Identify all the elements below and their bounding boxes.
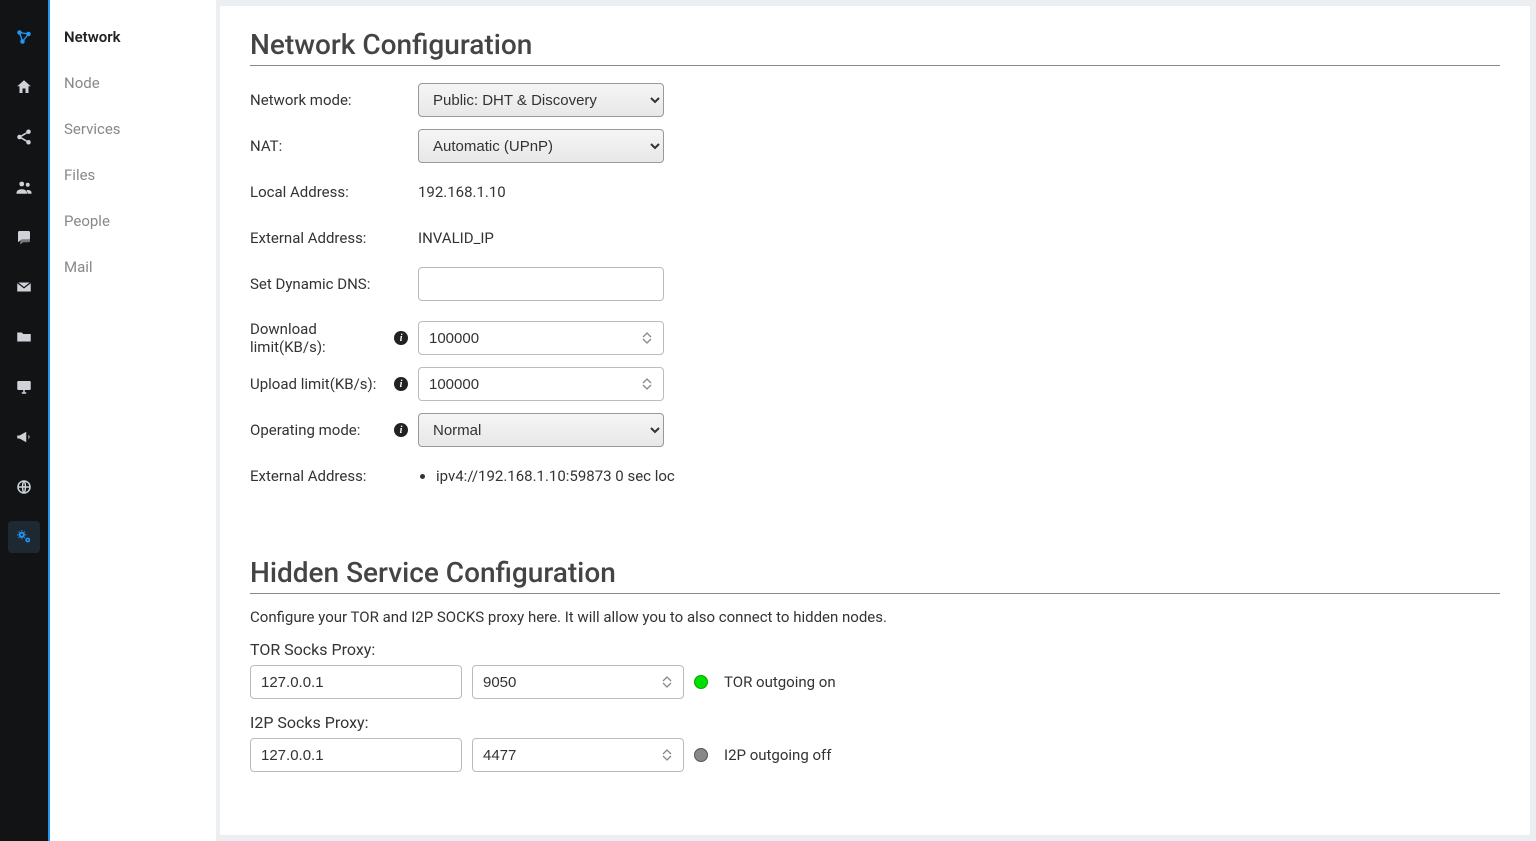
label-external-address: External Address: xyxy=(250,229,418,247)
label-tor-proxy: TOR Socks Proxy: xyxy=(250,640,1500,659)
dynamic-dns-input[interactable] xyxy=(418,267,664,301)
i2p-status-text: I2P outgoing off xyxy=(724,746,831,764)
info-icon[interactable]: i xyxy=(394,331,408,345)
external-address-value: INVALID_IP xyxy=(418,229,494,247)
label-i2p-proxy: I2P Socks Proxy: xyxy=(250,713,1500,732)
label-network-mode: Network mode: xyxy=(250,91,418,109)
upload-limit-input[interactable] xyxy=(418,367,664,401)
home-icon[interactable] xyxy=(8,71,40,103)
label-nat: NAT: xyxy=(250,137,418,155)
people-icon[interactable] xyxy=(8,171,40,203)
label-operating-mode: Operating mode: xyxy=(250,421,360,439)
icon-rail xyxy=(0,0,48,841)
network-config-title: Network Configuration xyxy=(250,28,1500,66)
download-limit-input[interactable] xyxy=(418,321,664,355)
local-address-value: 192.168.1.10 xyxy=(418,183,506,201)
main-canvas: Network Configuration Network mode: Publ… xyxy=(216,0,1536,841)
i2p-status-indicator xyxy=(694,748,708,762)
sidebar-item-people[interactable]: People xyxy=(50,198,216,244)
tor-status-indicator xyxy=(694,675,708,689)
label-local-address: Local Address: xyxy=(250,183,418,201)
mail-icon[interactable] xyxy=(8,271,40,303)
bullhorn-icon[interactable] xyxy=(8,421,40,453)
operating-mode-select[interactable]: Normal xyxy=(418,413,664,447)
nat-select[interactable]: Automatic (UPnP) xyxy=(418,129,664,163)
sidebar-item-files[interactable]: Files xyxy=(50,152,216,198)
globe-icon[interactable] xyxy=(8,471,40,503)
folder-icon[interactable] xyxy=(8,321,40,353)
info-icon[interactable]: i xyxy=(394,423,408,437)
settings-panel: Network Configuration Network mode: Publ… xyxy=(220,6,1530,835)
label-upload-limit: Upload limit(KB/s): xyxy=(250,375,376,393)
network-mode-select[interactable]: Public: DHT & Discovery xyxy=(418,83,664,117)
sidebar-item-mail[interactable]: Mail xyxy=(50,244,216,290)
i2p-port-input[interactable] xyxy=(472,738,684,772)
monitor-icon[interactable] xyxy=(8,371,40,403)
tor-port-input[interactable] xyxy=(472,665,684,699)
share-icon[interactable] xyxy=(8,121,40,153)
chat-icon[interactable] xyxy=(8,221,40,253)
tor-host-input[interactable] xyxy=(250,665,462,699)
hidden-service-description: Configure your TOR and I2P SOCKS proxy h… xyxy=(250,608,1500,626)
sidebar-item-network[interactable]: Network xyxy=(50,14,216,60)
label-download-limit: Download limit(KB/s): xyxy=(250,320,394,356)
label-external-address-list: External Address: xyxy=(250,467,418,485)
sidebar-item-services[interactable]: Services xyxy=(50,106,216,152)
info-icon[interactable]: i xyxy=(394,377,408,391)
external-address-item: ipv4://192.168.1.10:59873 0 sec loc xyxy=(436,467,675,485)
tor-status-text: TOR outgoing on xyxy=(724,673,836,691)
sidebar-item-node[interactable]: Node xyxy=(50,60,216,106)
i2p-host-input[interactable] xyxy=(250,738,462,772)
label-dynamic-dns: Set Dynamic DNS: xyxy=(250,275,418,293)
logo-icon[interactable] xyxy=(8,21,40,53)
sidebar: Network Node Services Files People Mail xyxy=(48,0,216,841)
settings-icon[interactable] xyxy=(8,521,40,553)
hidden-service-title: Hidden Service Configuration xyxy=(250,556,1500,594)
